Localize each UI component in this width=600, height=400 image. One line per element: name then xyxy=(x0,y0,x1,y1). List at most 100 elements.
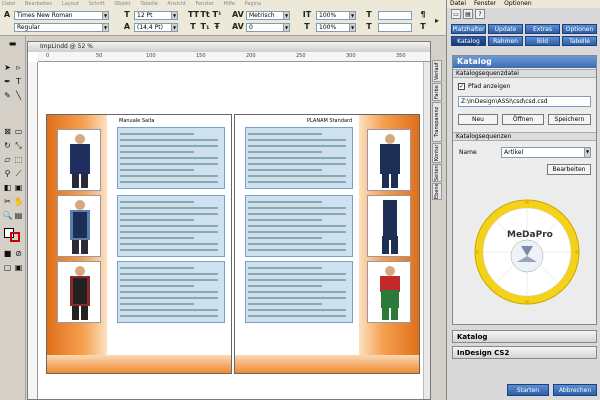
menu-item[interactable]: Tabelle xyxy=(140,1,157,7)
tab-extras[interactable]: Extras xyxy=(525,24,560,34)
free-transform-tool-icon[interactable]: ⬚ xyxy=(13,154,24,165)
shear-tool-icon[interactable]: ▱ xyxy=(2,154,13,165)
skew-field[interactable] xyxy=(378,23,412,32)
tab-verlauf[interactable]: Verlauf xyxy=(432,60,442,82)
tab-katalog[interactable]: Katalog xyxy=(451,36,486,46)
help-icon[interactable]: ? xyxy=(475,9,485,19)
kerning-field[interactable]: Metrisch ▼ xyxy=(246,11,290,20)
scissors-tool-icon[interactable]: ✂ xyxy=(2,196,13,207)
menu-item[interactable]: Pagina xyxy=(245,1,262,7)
paragraph-icon[interactable]: ¶ xyxy=(418,10,428,20)
right-page[interactable]: PLANAM Standard xyxy=(234,114,420,374)
product-photo[interactable] xyxy=(57,129,101,191)
tab-seiten[interactable]: Seiten xyxy=(432,164,442,182)
apply-none-icon[interactable]: ⊘ xyxy=(13,248,24,259)
show-path-checkbox[interactable]: ✓ xyxy=(458,83,465,90)
rectangle-tool-icon[interactable]: ▭ xyxy=(13,126,24,137)
menu-item[interactable]: Datei xyxy=(2,1,15,7)
direct-selection-tool-icon[interactable]: ▹ xyxy=(13,62,24,73)
save-file-icon[interactable]: ▤ xyxy=(463,9,473,19)
tab-update[interactable]: Update xyxy=(488,24,523,34)
zoom-tool-icon[interactable]: 🔍 xyxy=(2,210,13,221)
new-button[interactable]: Neu xyxy=(458,114,498,125)
menu-item[interactable]: Bearbeiten xyxy=(25,1,52,7)
vertical-scale-field[interactable]: 100% ▼ xyxy=(316,11,356,20)
accordion-katalog[interactable]: Katalog xyxy=(452,330,597,343)
tab-kontur[interactable]: Kontur xyxy=(432,143,442,163)
font-size-field[interactable]: 12 Pt ▼ xyxy=(134,11,178,20)
pen-tool-icon[interactable]: ✒ xyxy=(2,76,13,87)
leading-field[interactable]: (14,4 Pt) ▼ xyxy=(134,23,178,32)
font-family-field[interactable]: Times New Roman ▼ xyxy=(14,11,109,20)
vertical-ruler[interactable] xyxy=(28,62,38,399)
tab-transparenz[interactable]: Transparenz xyxy=(432,102,442,142)
tab-bild[interactable]: Bild xyxy=(525,36,560,46)
edit-button[interactable]: Bearbeiten xyxy=(547,164,591,175)
tab-farbe[interactable]: Farbe xyxy=(432,83,442,101)
apply-color-icon[interactable]: ■ xyxy=(2,248,13,259)
note-tool-icon[interactable]: ▤ xyxy=(13,210,24,221)
path-field[interactable]: Z:\InDesign\ASSI\csd\csd.csd xyxy=(458,96,591,107)
product-table[interactable] xyxy=(117,127,225,189)
save-button[interactable]: Speichern xyxy=(548,114,591,125)
start-button[interactable]: Starten xyxy=(507,384,549,396)
subscript-icon[interactable]: T₁ xyxy=(200,22,210,32)
menu-item[interactable]: Ansicht xyxy=(167,1,185,7)
font-style-field[interactable]: Regular ▼ xyxy=(14,23,109,32)
gradient-tool-icon[interactable]: ◧ xyxy=(2,182,13,193)
panel-menu-icon[interactable]: ▸ xyxy=(432,16,442,26)
line-tool-icon[interactable]: ╲ xyxy=(13,90,24,101)
measure-tool-icon[interactable]: ⟋ xyxy=(13,168,24,179)
product-table[interactable] xyxy=(245,261,353,323)
product-photo[interactable] xyxy=(367,129,411,191)
normal-view-icon[interactable]: ▢ xyxy=(2,262,13,273)
small-caps-icon[interactable]: Tt xyxy=(200,10,210,20)
strikethrough-icon[interactable]: Ŧ xyxy=(212,22,222,32)
accordion-indesign[interactable]: InDesign CS2 xyxy=(452,346,597,359)
rotate-tool-icon[interactable]: ↻ xyxy=(2,140,13,151)
tracking-field[interactable]: 0 ▼ xyxy=(246,23,290,32)
pencil-tool-icon[interactable]: ✎ xyxy=(2,90,13,101)
product-table[interactable] xyxy=(245,195,353,257)
text-fill-icon[interactable]: T xyxy=(418,22,428,32)
fill-stroke-swatch-icon[interactable] xyxy=(2,226,24,242)
product-table[interactable] xyxy=(245,127,353,189)
button-tool-icon[interactable]: ▣ xyxy=(13,182,24,193)
product-table[interactable] xyxy=(117,195,225,257)
menu-item[interactable]: Schrift xyxy=(89,1,105,7)
scale-tool-icon[interactable]: ⤡ xyxy=(13,140,24,151)
tab-optionen[interactable]: Optionen xyxy=(562,24,597,34)
sequence-select[interactable]: Artikel ▼ xyxy=(501,147,591,158)
tab-rahmen[interactable]: Rahmen xyxy=(488,36,523,46)
baseline-shift-field[interactable] xyxy=(378,11,412,20)
product-photo[interactable] xyxy=(57,195,101,257)
menu-item[interactable]: Layout xyxy=(62,1,79,7)
tab-platzhalter[interactable]: Platzhalter xyxy=(451,24,486,34)
product-photo[interactable] xyxy=(367,261,411,323)
panel-menu-item[interactable]: Optionen xyxy=(504,0,532,7)
tab-tabelle[interactable]: Tabelle xyxy=(562,36,597,46)
panel-menu-item[interactable]: Datei xyxy=(450,0,466,7)
eyedropper-tool-icon[interactable]: ⚲ xyxy=(2,168,13,179)
product-table[interactable] xyxy=(117,261,225,323)
menu-item[interactable]: Fenster xyxy=(195,1,214,7)
superscript-icon[interactable]: T¹ xyxy=(212,10,222,20)
menu-item[interactable]: Objekt xyxy=(114,1,130,7)
type-tool-icon[interactable]: T xyxy=(13,76,24,87)
horizontal-ruler[interactable]: 0 50 100 150 200 250 300 350 xyxy=(38,52,430,62)
product-photo[interactable] xyxy=(57,261,101,323)
menu-item[interactable]: Hilfe xyxy=(224,1,235,7)
all-caps-icon[interactable]: TT xyxy=(188,10,199,20)
vertical-scrollbar[interactable] xyxy=(423,62,430,399)
left-page[interactable]: Manuale Saita xyxy=(46,114,232,374)
product-photo[interactable] xyxy=(367,195,411,257)
horizontal-scale-field[interactable]: 100% ▼ xyxy=(316,23,356,32)
underline-icon[interactable]: T xyxy=(188,22,198,32)
open-file-icon[interactable]: ▭ xyxy=(451,9,461,19)
frame-tool-icon[interactable]: ⊠ xyxy=(2,126,13,137)
preview-mode-icon[interactable]: ▣ xyxy=(13,262,24,273)
selection-tool-icon[interactable]: ➤ xyxy=(2,62,13,73)
panel-menu-item[interactable]: Fenster xyxy=(474,0,496,7)
pasteboard[interactable]: Manuale Saita PLANAM Standard xyxy=(38,62,430,399)
open-button[interactable]: Öffnen xyxy=(502,114,544,125)
